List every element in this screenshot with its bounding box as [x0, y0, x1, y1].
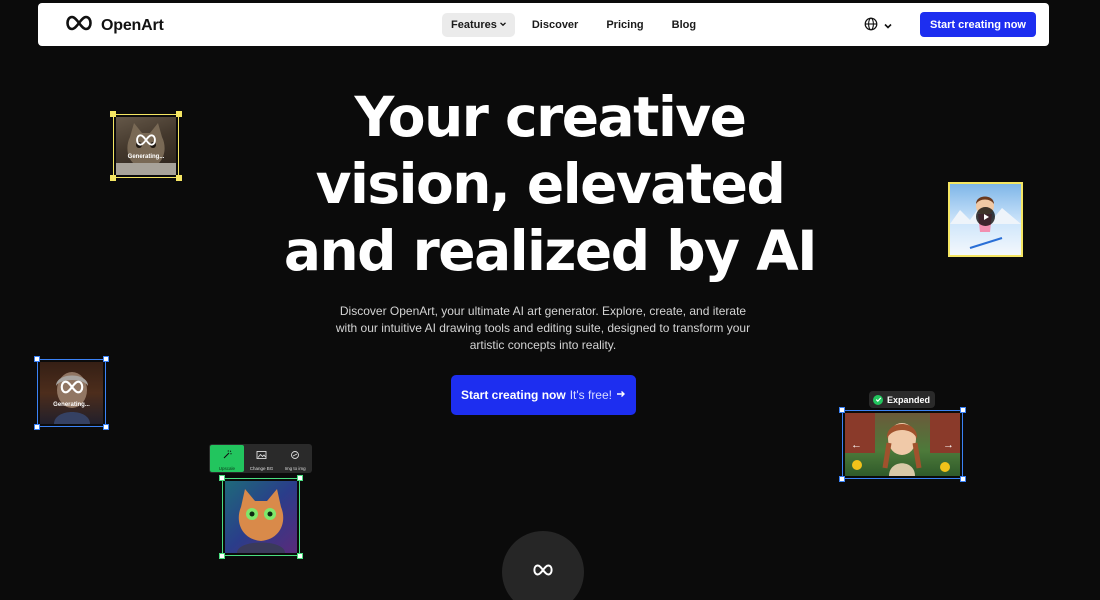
resize-handle[interactable] — [960, 407, 966, 413]
resize-handle[interactable] — [110, 175, 116, 181]
resize-handle[interactable] — [34, 424, 40, 430]
expanded-badge: Expanded — [869, 391, 935, 408]
check-icon — [873, 394, 883, 405]
hero-start-creating-button[interactable]: Start creating now It's free! — [451, 375, 636, 415]
resize-handle[interactable] — [219, 475, 225, 481]
chevron-down-icon — [883, 18, 893, 36]
resize-handle[interactable] — [839, 476, 845, 482]
nav-pricing[interactable]: Pricing — [592, 13, 657, 37]
selection-frame — [222, 478, 300, 556]
tool-change-bg[interactable]: Change BG — [245, 444, 279, 473]
language-selector[interactable] — [864, 17, 893, 36]
generating-cat-card[interactable]: Generating... — [110, 111, 182, 181]
hero-title-line: vision, elevated — [315, 152, 786, 216]
globe-icon — [864, 17, 878, 36]
tool-img-to-img[interactable]: Img to img — [278, 444, 312, 473]
refresh-icon — [290, 447, 300, 465]
selection-frame — [37, 359, 106, 427]
skier-video-card[interactable] — [948, 182, 1023, 257]
resize-handle[interactable] — [176, 111, 182, 117]
hero-title: Your creative vision, elevated and reali… — [250, 84, 850, 285]
resize-handle[interactable] — [960, 476, 966, 482]
selection-frame — [948, 182, 1023, 257]
hero-title-line: and realized by AI — [283, 219, 818, 283]
tool-change-bg-label: Change BG — [249, 465, 274, 471]
hero-subtitle: Discover OpenArt, your ultimate AI art g… — [335, 304, 751, 352]
infinity-icon — [531, 563, 555, 582]
tool-img-to-img-label: Img to img — [284, 465, 306, 471]
hero-title-line: Your creative — [354, 85, 747, 149]
top-navbar: OpenArt Features Discover Pricing Blog S… — [38, 3, 1049, 46]
nav-links: Features Discover Pricing Blog — [442, 13, 710, 37]
resize-handle[interactable] — [110, 111, 116, 117]
infinity-icon — [63, 14, 95, 37]
scroll-indicator[interactable] — [502, 531, 584, 600]
chevron-down-icon — [499, 19, 507, 31]
resize-handle[interactable] — [103, 424, 109, 430]
expanded-image-card[interactable]: ← → — [839, 407, 966, 482]
expanded-label: Expanded — [887, 394, 931, 405]
arrow-right-icon — [616, 388, 626, 402]
resize-handle[interactable] — [297, 475, 303, 481]
hero-cta-label: Start creating now — [461, 388, 566, 402]
generating-portrait-card[interactable]: Generating... — [34, 356, 109, 430]
wand-icon — [222, 447, 232, 465]
cyber-cat-card[interactable] — [219, 475, 303, 559]
nav-blog[interactable]: Blog — [658, 13, 710, 37]
resize-handle[interactable] — [297, 553, 303, 559]
nav-features-label: Features — [451, 19, 497, 31]
logo[interactable]: OpenArt — [63, 14, 164, 37]
selection-frame — [113, 114, 179, 178]
resize-handle[interactable] — [219, 553, 225, 559]
tool-upscale[interactable]: Upscale — [210, 445, 244, 472]
brand-name: OpenArt — [101, 16, 164, 34]
landscape-icon — [256, 447, 267, 465]
resize-handle[interactable] — [34, 356, 40, 362]
resize-handle[interactable] — [176, 175, 182, 181]
nav-start-creating-button[interactable]: Start creating now — [920, 12, 1036, 37]
selection-frame — [842, 410, 963, 479]
nav-discover[interactable]: Discover — [518, 13, 592, 37]
image-tools-toolbar: Upscale Change BG Img to img — [209, 444, 312, 473]
hero-cta-sublabel: It's free! — [569, 388, 612, 402]
nav-features[interactable]: Features — [442, 13, 515, 37]
resize-handle[interactable] — [103, 356, 109, 362]
resize-handle[interactable] — [839, 407, 845, 413]
tool-upscale-label: Upscale — [218, 465, 235, 471]
